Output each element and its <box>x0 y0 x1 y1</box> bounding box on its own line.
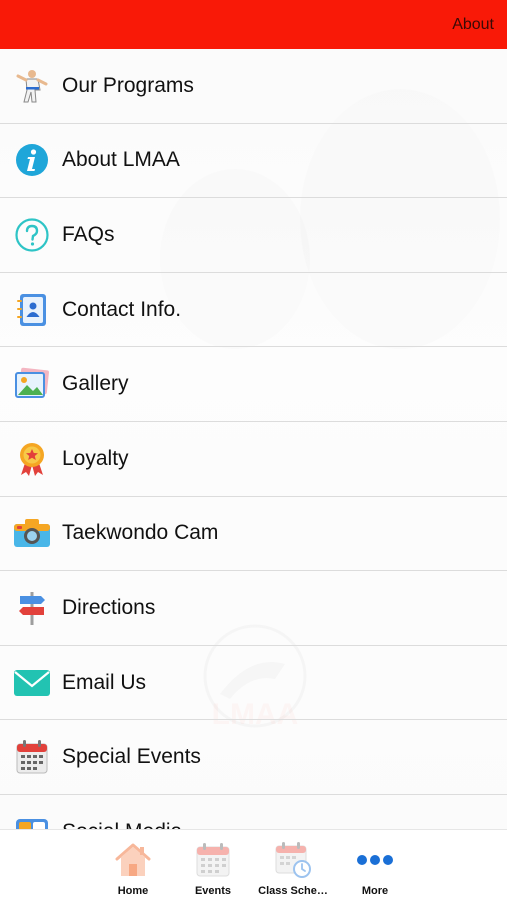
menu-item-label: About LMAA <box>62 148 180 172</box>
header-about-title[interactable]: About <box>452 16 494 34</box>
calendar-icon <box>12 737 52 777</box>
menu-item-special-events[interactable]: Special Events <box>0 720 507 795</box>
menu-item-label: Email Us <box>62 670 147 694</box>
question-icon <box>12 215 52 255</box>
tab-class-schedule[interactable]: Class Sche… <box>253 840 333 900</box>
camera-icon <box>12 513 52 553</box>
calendar-icon <box>193 840 233 880</box>
bottom-tab-bar: Home Events Class Sche… More <box>0 829 507 900</box>
menu-item-label: Contact Info. <box>62 297 182 321</box>
tab-more[interactable]: More <box>335 840 415 900</box>
tab-events[interactable]: Events <box>173 840 253 900</box>
karate-figure-icon <box>12 66 52 106</box>
menu-item-label: Gallery <box>62 372 129 396</box>
menu-item-label: Loyalty <box>62 446 129 470</box>
info-icon <box>12 140 52 180</box>
menu-item-social-media[interactable]: Social Media <box>0 794 507 829</box>
gallery-icon <box>12 364 52 404</box>
menu-item-about-lmaa[interactable]: About LMAA <box>0 123 507 199</box>
menu-item-taekwondo-cam[interactable]: Taekwondo Cam <box>0 496 507 572</box>
signpost-icon <box>12 588 52 628</box>
menu-item-label: Our Programs <box>62 73 194 97</box>
social-media-icon <box>12 812 52 829</box>
medal-icon <box>12 439 52 479</box>
menu-item-faqs[interactable]: FAQs <box>0 198 507 273</box>
menu-item-gallery[interactable]: Gallery <box>0 347 507 422</box>
menu-item-label: FAQs <box>62 222 115 246</box>
more-dots-icon <box>355 840 395 880</box>
schedule-clock-icon <box>273 840 313 880</box>
menu-item-label: Social Media <box>62 820 182 829</box>
menu-list: Our Programs About LMAA FAQs Contact Inf… <box>0 49 507 829</box>
top-bar: About <box>0 0 507 49</box>
tab-home[interactable]: Home <box>93 840 173 900</box>
tab-label: Home <box>117 885 149 897</box>
contact-book-icon <box>12 290 52 330</box>
menu-item-loyalty[interactable]: Loyalty <box>0 421 507 497</box>
menu-item-our-programs[interactable]: Our Programs <box>0 49 507 124</box>
tab-label: Class Sche… <box>258 885 328 897</box>
tab-label: Events <box>194 885 232 897</box>
menu-item-label: Special Events <box>62 745 201 769</box>
menu-item-email-us[interactable]: Email Us <box>0 645 507 721</box>
menu-item-directions[interactable]: Directions <box>0 571 507 646</box>
home-icon <box>113 840 153 880</box>
menu-item-contact-info[interactable]: Contact Info. <box>0 272 507 348</box>
envelope-icon <box>12 663 52 703</box>
menu-item-label: Directions <box>62 595 156 619</box>
menu-item-label: Taekwondo Cam <box>62 521 219 545</box>
menu-content[interactable]: LMAA Our Programs <box>0 49 507 829</box>
tab-label: More <box>361 885 389 897</box>
